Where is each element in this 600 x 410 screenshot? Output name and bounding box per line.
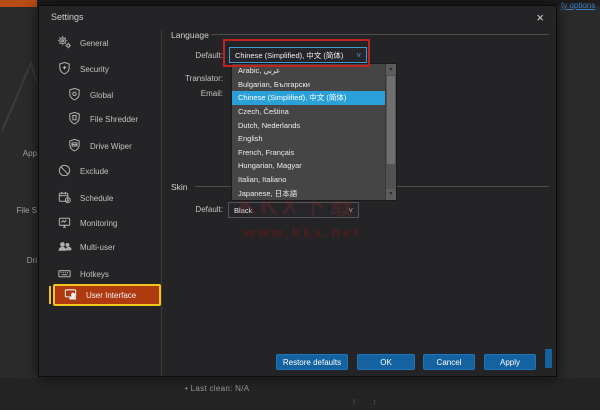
background-footer: [0, 378, 600, 410]
ok-button[interactable]: OK: [357, 354, 415, 370]
cancel-button[interactable]: Cancel: [423, 354, 475, 370]
sidebar-item-multi-user[interactable]: Multi-user: [39, 237, 161, 257]
dropdown-option[interactable]: Arabic, عربي: [232, 64, 385, 78]
close-icon[interactable]: ×: [536, 11, 544, 24]
sidebar-item-file-shredder[interactable]: File Shredder: [39, 109, 161, 129]
sidebar-item-global[interactable]: Global: [39, 85, 161, 105]
sidebar-item-label: Drive Wiper: [90, 142, 132, 151]
skin-section-header: Skin: [171, 182, 188, 192]
dropdown-option[interactable]: Hungarian, Magyar: [232, 159, 385, 173]
sidebar-item-schedule[interactable]: Schedule: [39, 188, 161, 208]
apply-button[interactable]: Apply: [484, 354, 536, 370]
annotation-yellow-tick: [49, 286, 51, 304]
sidebar-item-label: Security: [80, 65, 109, 74]
dropdown-option[interactable]: Italian, Italiano: [232, 173, 385, 187]
gear-icon: [57, 35, 72, 52]
restore-defaults-button[interactable]: Restore defaults: [276, 354, 348, 370]
sidebar-item-monitoring[interactable]: Monitoring: [39, 213, 161, 233]
language-dropdown-options: Arabic, عربيBulgarian, БългарскиChinese …: [232, 64, 385, 200]
shield-plus-icon: [57, 61, 72, 78]
language-section-divider: [211, 34, 549, 35]
background-social-icons: f t: [353, 398, 384, 407]
language-section-header: Language: [171, 30, 209, 40]
shield-file-icon: [67, 111, 82, 128]
email-label: Email:: [149, 89, 223, 98]
monitor-wave-icon: [57, 215, 72, 232]
sidebar-item-label: Multi-user: [80, 243, 115, 252]
dropdown-option[interactable]: Czech, Čeština: [232, 105, 385, 119]
dropdown-option[interactable]: English: [232, 132, 385, 146]
sidebar-item-label: Monitoring: [80, 219, 117, 228]
dropdown-option[interactable]: Japanese, 日本語: [232, 186, 385, 200]
translator-label: Translator:: [149, 74, 223, 83]
keyboard-icon: [57, 266, 72, 283]
monitor-user-icon: [63, 287, 78, 304]
background-last-clean-status: • Last clean: N/A: [185, 384, 249, 393]
scroll-down-icon[interactable]: ▼: [386, 189, 396, 200]
background-label-files: File S: [0, 206, 37, 215]
background-label-app: App: [0, 149, 37, 158]
sidebar-item-exclude[interactable]: Exclude: [39, 161, 161, 181]
sidebar-item-label: Hotkeys: [80, 270, 109, 279]
skin-default-label: Default:: [149, 205, 223, 214]
dropdown-option[interactable]: French, Français: [232, 146, 385, 160]
sidebar-item-hotkeys[interactable]: Hotkeys: [39, 264, 161, 284]
shield-drive-icon: [67, 138, 82, 155]
dropdown-option[interactable]: Chinese (Simplified), 中文 (简体): [232, 91, 385, 105]
settings-dialog: Settings × General Security Global File …: [38, 5, 557, 377]
chevron-down-icon: ˅: [356, 51, 361, 60]
partial-blue-button: [545, 349, 552, 368]
watermark-url: www.kkx.net: [244, 224, 361, 240]
shield-gear-icon: [67, 87, 82, 104]
sidebar-item-user-interface[interactable]: User Interface: [53, 284, 161, 306]
sidebar-item-security[interactable]: Security: [39, 59, 161, 79]
background-logo: [0, 55, 38, 140]
sidebar-item-label: User Interface: [86, 291, 136, 300]
language-default-value: Chinese (Simplified), 中文 (简体): [235, 50, 343, 61]
sidebar-item-label: Global: [90, 91, 113, 100]
sidebar-item-general[interactable]: General: [39, 33, 161, 53]
sidebar-item-label: Schedule: [80, 194, 113, 203]
background-label-dri: Dri: [0, 256, 37, 265]
exclude-icon: [57, 163, 72, 180]
privacy-options-link[interactable]: ty options: [561, 1, 595, 10]
scroll-up-icon[interactable]: ▲: [386, 64, 396, 75]
language-default-combobox[interactable]: Chinese (Simplified), 中文 (简体) ˅: [229, 47, 367, 63]
language-dropdown-list: Arabic, عربيBulgarian, БългарскиChinese …: [231, 63, 397, 201]
sidebar-item-label: General: [80, 39, 108, 48]
dialog-title: Settings: [51, 12, 84, 22]
multi-user-icon: [57, 239, 72, 256]
dropdown-option[interactable]: Bulgarian, Български: [232, 78, 385, 92]
sidebar-item-label: File Shredder: [90, 115, 138, 124]
sidebar-item-label: Exclude: [80, 167, 108, 176]
language-default-label: Default:: [149, 51, 223, 60]
scrollbar-thumb[interactable]: [387, 76, 395, 164]
calendar-clock-icon: [57, 190, 72, 207]
sidebar-item-drive-wiper[interactable]: Drive Wiper: [39, 136, 161, 156]
background-accent-bar: [0, 0, 37, 7]
dropdown-scrollbar[interactable]: ▲ ▼: [385, 64, 396, 200]
dropdown-option[interactable]: Dutch, Nederlands: [232, 118, 385, 132]
